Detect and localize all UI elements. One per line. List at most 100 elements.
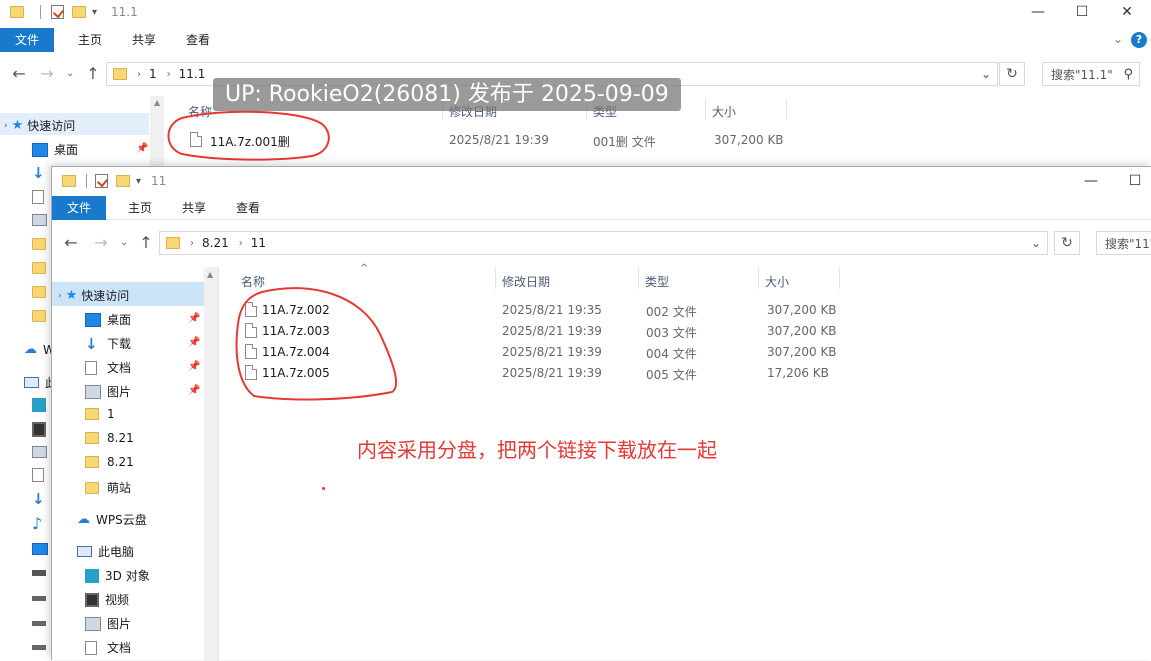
address-bar[interactable]: › 8.21 › 11 ⌄: [159, 231, 1048, 255]
nav-folder-mengzhan[interactable]: 萌站: [85, 479, 131, 496]
tab-view[interactable]: 查看: [172, 28, 224, 52]
nav-this-pc[interactable]: 此电脑: [77, 543, 134, 560]
customize-toolbar-icon[interactable]: ▾: [92, 7, 97, 18]
drive-icon[interactable]: [32, 621, 46, 626]
drive-icon[interactable]: [32, 645, 46, 650]
up-arrow-icon[interactable]: ↑: [82, 64, 104, 83]
folder-icon[interactable]: [32, 310, 46, 322]
tab-share[interactable]: 共享: [118, 28, 170, 52]
search-input[interactable]: 搜索"11": [1096, 231, 1151, 255]
nav-3d-objects[interactable]: 3D 对象: [85, 567, 150, 584]
pin-icon[interactable]: 📌: [188, 361, 200, 372]
tab-view[interactable]: 查看: [222, 196, 274, 220]
nav-pictures[interactable]: 图片: [85, 383, 131, 400]
column-type-header[interactable]: 类型: [645, 273, 669, 290]
nav-scrollbar[interactable]: [204, 267, 218, 661]
music-icon[interactable]: ♪: [32, 514, 42, 533]
search-input[interactable]: 搜索"11.1" ⚲: [1042, 62, 1140, 86]
breadcrumb-item[interactable]: 11.1: [179, 67, 206, 81]
column-date-header[interactable]: 修改日期: [502, 273, 550, 290]
tab-home[interactable]: 主页: [114, 196, 166, 220]
folder-icon[interactable]: [32, 262, 46, 274]
pin-icon[interactable]: 📌: [188, 337, 200, 348]
nav-documents-pc[interactable]: 文档: [85, 639, 131, 656]
address-dropdown-icon[interactable]: ⌄: [981, 67, 991, 81]
column-divider[interactable]: [786, 98, 787, 120]
scroll-up-icon[interactable]: ▲: [207, 270, 213, 279]
pin-icon[interactable]: 📌: [188, 385, 200, 396]
column-size-header[interactable]: 大小: [712, 103, 736, 120]
drive-icon[interactable]: [32, 596, 46, 601]
pictures-icon: [85, 616, 101, 631]
column-divider[interactable]: [839, 267, 840, 289]
drive-icon[interactable]: [32, 570, 46, 576]
maximize-button[interactable]: ☐: [1059, 0, 1105, 24]
nav-folder-8-21-b[interactable]: 8.21: [85, 455, 134, 469]
front-title-bar: ▾ 11: [52, 169, 1151, 193]
nav-wps-cloud[interactable]: ☁ WPS云盘: [77, 511, 147, 528]
minimize-button[interactable]: —: [1068, 169, 1114, 193]
folder-icon[interactable]: [32, 238, 46, 250]
nav-quick-access[interactable]: › ★ 快速访问: [4, 117, 75, 134]
nav-desktop[interactable]: 桌面: [32, 141, 78, 158]
expand-icon[interactable]: ›: [4, 121, 8, 131]
help-icon[interactable]: ?: [1131, 32, 1147, 48]
forward-arrow-icon[interactable]: →: [90, 233, 112, 252]
pictures-icon[interactable]: [32, 214, 47, 226]
nav-documents-label: 文档: [107, 361, 132, 375]
refresh-button[interactable]: ↻: [999, 62, 1025, 86]
nav-desktop[interactable]: 桌面: [85, 311, 131, 328]
refresh-button[interactable]: ↻: [1054, 231, 1080, 255]
column-divider[interactable]: [638, 267, 639, 289]
nav-folder-8-21[interactable]: 8.21: [85, 431, 134, 445]
recent-locations-icon[interactable]: ⌄: [120, 237, 128, 248]
videos-icon[interactable]: [32, 422, 46, 437]
3d-objects-icon[interactable]: [32, 398, 46, 412]
tab-file[interactable]: 文件: [52, 195, 107, 220]
documents-icon[interactable]: [32, 468, 44, 482]
nav-videos[interactable]: 视频: [85, 591, 129, 608]
breadcrumb-item[interactable]: 8.21: [202, 236, 229, 250]
breadcrumb-item[interactable]: 1: [149, 67, 157, 81]
expand-icon[interactable]: ›: [58, 291, 62, 301]
nav-downloads[interactable]: ↓ 下载: [85, 335, 131, 352]
scroll-up-icon[interactable]: ▲: [154, 98, 160, 107]
downloads-icon[interactable]: ↓: [32, 166, 45, 181]
recent-locations-icon[interactable]: ⌄: [66, 68, 74, 79]
new-folder-icon[interactable]: [116, 175, 130, 187]
nav-quick-access[interactable]: › ★ 快速访问: [58, 287, 129, 304]
tab-share[interactable]: 共享: [168, 196, 220, 220]
nav-documents[interactable]: 文档: [85, 359, 131, 376]
customize-toolbar-icon[interactable]: ▾: [136, 176, 141, 187]
desktop-icon[interactable]: [32, 543, 48, 555]
nav-pictures-pc[interactable]: 图片: [85, 615, 131, 632]
maximize-button[interactable]: ☐: [1112, 169, 1151, 193]
downloads-icon[interactable]: ↓: [32, 492, 45, 507]
desktop-icon: [32, 142, 48, 157]
column-divider[interactable]: [758, 267, 759, 289]
tab-home[interactable]: 主页: [64, 28, 116, 52]
ribbon-expand-icon[interactable]: ⌄: [1113, 32, 1123, 46]
breadcrumb-item[interactable]: 11: [251, 236, 266, 250]
column-divider[interactable]: [705, 98, 706, 120]
documents-icon[interactable]: [32, 190, 44, 204]
new-folder-icon[interactable]: [72, 6, 86, 18]
properties-icon[interactable]: [95, 174, 108, 188]
pictures-icon[interactable]: [32, 446, 47, 458]
column-divider[interactable]: [495, 267, 496, 289]
column-size-header[interactable]: 大小: [765, 273, 789, 290]
folder-icon[interactable]: [32, 286, 46, 298]
tab-file[interactable]: 文件: [0, 28, 55, 52]
pin-icon[interactable]: 📌: [136, 143, 148, 154]
properties-icon[interactable]: [51, 5, 64, 19]
address-dropdown-icon[interactable]: ⌄: [1031, 236, 1041, 250]
close-button[interactable]: ✕: [1104, 0, 1150, 24]
back-arrow-icon[interactable]: ←: [60, 233, 82, 252]
uploader-watermark: UP: RookieO2(26081) 发布于 2025-09-09: [213, 78, 681, 111]
up-arrow-icon[interactable]: ↑: [135, 233, 157, 252]
forward-arrow-icon[interactable]: →: [36, 64, 58, 83]
pin-icon[interactable]: 📌: [188, 313, 200, 324]
back-arrow-icon[interactable]: ←: [8, 64, 30, 83]
minimize-button[interactable]: —: [1015, 0, 1061, 24]
nav-folder-1[interactable]: 1: [85, 407, 115, 421]
